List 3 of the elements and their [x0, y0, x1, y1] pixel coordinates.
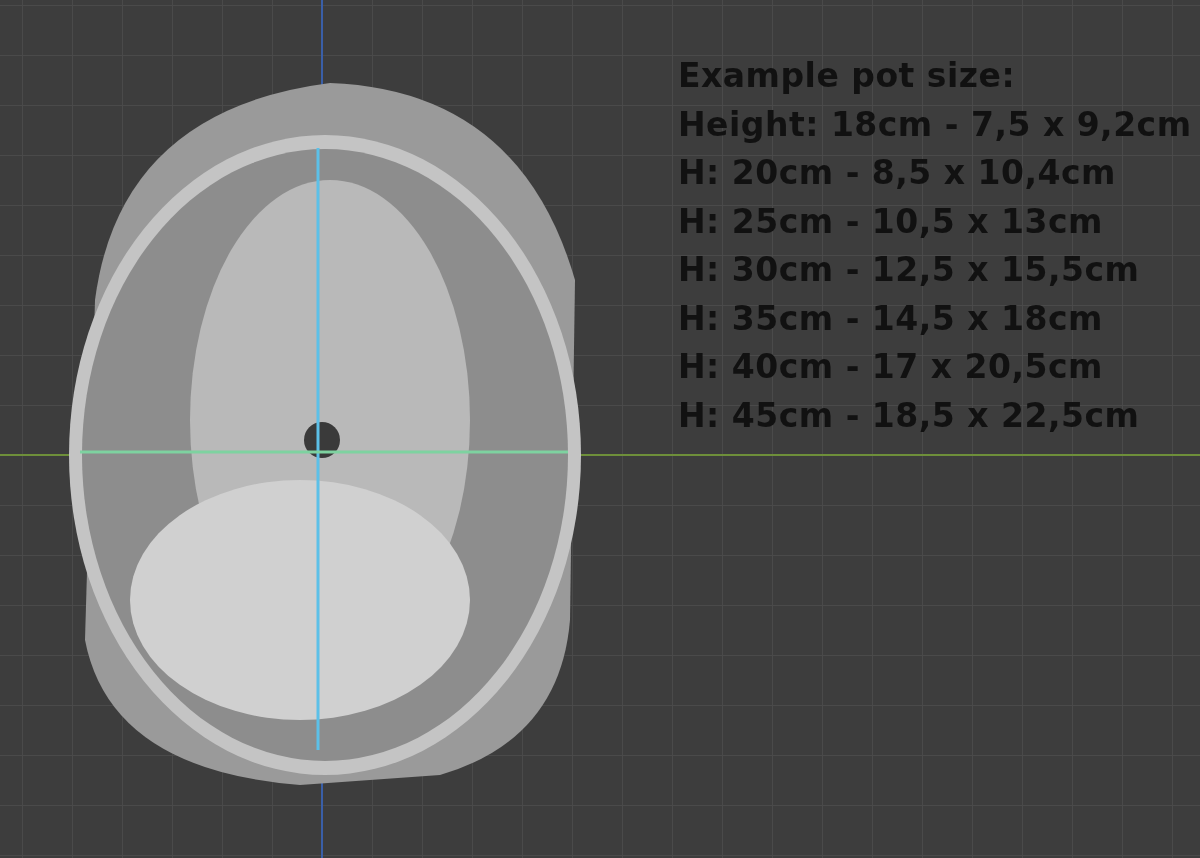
- annotation-text: Example pot size:: [678, 55, 1017, 97]
- annotation-text: H: 45cm - 18,5 x 22,5cm: [678, 394, 1141, 437]
- annotation-text: H: 35cm - 14,5 x 18cm: [678, 297, 1104, 340]
